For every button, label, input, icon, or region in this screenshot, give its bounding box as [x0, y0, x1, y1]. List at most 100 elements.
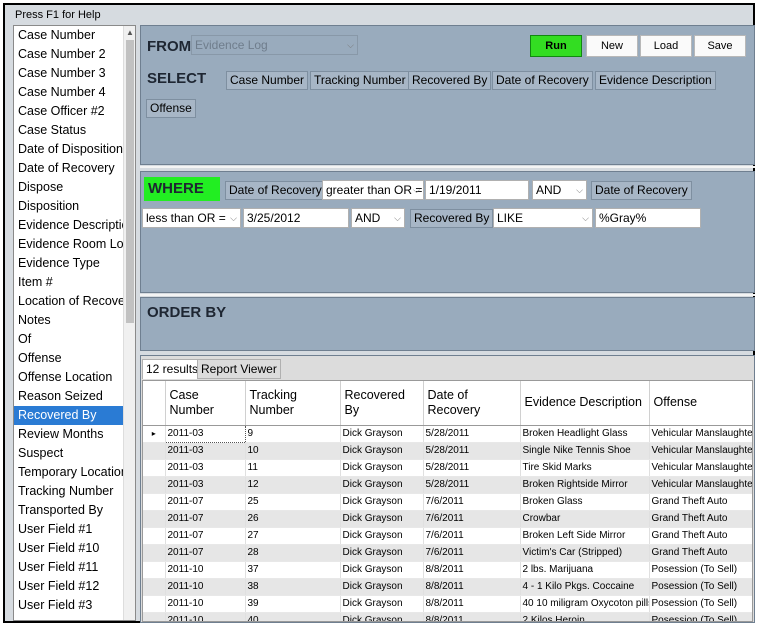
field-list-item[interactable]: Of [14, 330, 124, 349]
field-list-item[interactable]: Date of Disposition [14, 140, 124, 159]
table-cell[interactable]: 2011-07 [165, 493, 246, 511]
row-header-cell[interactable] [143, 578, 166, 596]
table-cell[interactable]: Dick Grayson [340, 612, 424, 621]
field-list-scrollbar[interactable]: ▲ [123, 26, 135, 620]
table-cell[interactable]: Vehicular Manslaughter [649, 476, 752, 494]
field-list-item[interactable]: Temporary Location [14, 463, 124, 482]
where-c1-operator[interactable]: greater than OR = ⌵ [322, 180, 424, 200]
table-cell[interactable]: 2011-10 [165, 595, 246, 613]
field-list-item[interactable]: User Field #3 [14, 596, 124, 615]
select-field-evidence-description[interactable]: Evidence Description [595, 71, 716, 90]
table-cell[interactable]: Tire Skid Marks [520, 459, 650, 477]
row-pointer-icon[interactable]: ▸ [143, 425, 166, 443]
table-cell[interactable]: Posession (To Sell) [649, 578, 752, 596]
select-field-tracking-number[interactable]: Tracking Number [310, 71, 410, 90]
table-cell[interactable]: Vehicular Manslaughter [649, 459, 752, 477]
field-list-item[interactable]: Case Number [14, 26, 124, 45]
select-field-case-number[interactable]: Case Number [226, 71, 309, 90]
table-cell[interactable]: 10 [245, 442, 341, 460]
table-cell[interactable]: 39 [245, 595, 341, 613]
table-row[interactable]: 2011-07 27 Dick Grayson 7/6/2011 Broken Left… [143, 527, 752, 545]
table-cell[interactable]: Dick Grayson [340, 544, 424, 562]
where-c2-operator[interactable]: less than OR = ⌵ [142, 208, 241, 228]
where-c3-field[interactable]: Recovered By [410, 209, 494, 228]
field-list-item[interactable]: User Field #10 [14, 539, 124, 558]
field-list-item[interactable]: Case Number 3 [14, 64, 124, 83]
table-cell[interactable]: Posession (To Sell) [649, 561, 752, 579]
table-cell[interactable]: 2011-03 [165, 459, 246, 477]
table-cell[interactable]: Dick Grayson [340, 425, 424, 443]
table-row[interactable]: 2011-03 11 Dick Grayson 5/28/2011 Tire Skid … [143, 459, 752, 477]
table-row[interactable]: 2011-10 37 Dick Grayson 8/8/2011 2 lbs. Mari… [143, 561, 752, 579]
table-cell[interactable]: Dick Grayson [340, 561, 424, 579]
table-cell[interactable]: 7/6/2011 [423, 510, 521, 528]
table-cell[interactable]: 2011-03 [165, 476, 246, 494]
table-cell[interactable]: Dick Grayson [340, 493, 424, 511]
table-cell[interactable]: Grand Theft Auto [649, 544, 752, 562]
row-header-cell[interactable] [143, 544, 166, 562]
table-cell[interactable]: 37 [245, 561, 341, 579]
column-header[interactable]: Recovered By [340, 381, 424, 426]
table-cell[interactable]: 27 [245, 527, 341, 545]
field-list-item[interactable]: Offense [14, 349, 124, 368]
field-list-item[interactable]: Disposition [14, 197, 124, 216]
field-list-item[interactable]: Reason Seized [14, 387, 124, 406]
table-cell[interactable]: Dick Grayson [340, 527, 424, 545]
table-cell[interactable]: 2011-07 [165, 510, 246, 528]
table-cell[interactable]: 8/8/2011 [423, 595, 521, 613]
table-cell[interactable]: Single Nike Tennis Shoe [520, 442, 650, 460]
table-cell[interactable]: 12 [245, 476, 341, 494]
row-header-cell[interactable] [143, 476, 166, 494]
field-list[interactable]: Case Number Case Number 2 Case Number 3 Cas… [13, 25, 136, 621]
table-cell[interactable]: Dick Grayson [340, 459, 424, 477]
where-c2-field[interactable]: Date of Recovery [591, 181, 692, 200]
field-list-item[interactable]: Case Number 2 [14, 45, 124, 64]
row-header-cell[interactable] [143, 510, 166, 528]
field-list-item[interactable]: Evidence Type [14, 254, 124, 273]
run-button[interactable]: Run [530, 35, 582, 57]
field-list-item[interactable]: User Field #1 [14, 520, 124, 539]
field-list-item[interactable]: Case Number 4 [14, 83, 124, 102]
load-button[interactable]: Load [640, 35, 692, 57]
field-list-item[interactable]: Date of Recovery [14, 159, 124, 178]
new-button[interactable]: New [586, 35, 638, 57]
table-cell[interactable]: Grand Theft Auto [649, 510, 752, 528]
field-list-item[interactable]: Offense Location [14, 368, 124, 387]
table-cell[interactable]: 7/6/2011 [423, 544, 521, 562]
row-header-cell[interactable] [143, 442, 166, 460]
table-cell[interactable]: 2011-07 [165, 544, 246, 562]
table-cell[interactable]: 2011-03 [165, 442, 246, 460]
table-cell[interactable]: 2011-03 [164, 424, 246, 443]
table-cell[interactable]: 2 lbs. Marijuana [520, 561, 650, 579]
table-cell[interactable]: 38 [245, 578, 341, 596]
table-cell[interactable]: 8/8/2011 [423, 612, 521, 621]
table-cell[interactable]: Dick Grayson [340, 595, 424, 613]
table-cell[interactable]: 8/8/2011 [423, 578, 521, 596]
table-cell[interactable]: Posession (To Sell) [649, 612, 752, 621]
table-cell[interactable]: 7/6/2011 [423, 493, 521, 511]
tab-results[interactable]: 12 results [142, 359, 203, 379]
table-cell[interactable]: Vehicular Manslaughter [649, 425, 752, 443]
field-list-item[interactable]: Tracking Number [14, 482, 124, 501]
column-header[interactable]: Date of Recovery [423, 381, 521, 426]
row-header-cell[interactable] [143, 459, 166, 477]
row-header-cell[interactable] [143, 595, 166, 613]
table-cell[interactable]: 11 [245, 459, 341, 477]
scroll-up-arrow-icon[interactable]: ▲ [126, 28, 134, 37]
table-cell[interactable]: 7/6/2011 [423, 527, 521, 545]
field-list-item[interactable]: Transported By [14, 501, 124, 520]
table-row[interactable]: ▸ 2011-03 9 Dick Grayson 5/28/2011 Broken Hea… [143, 424, 752, 443]
where-c1-value-input[interactable]: 1/19/2011 [425, 180, 529, 200]
table-row[interactable]: 2011-03 12 Dick Grayson 5/28/2011 Broken Rig… [143, 476, 752, 494]
column-header[interactable]: Evidence Description [520, 381, 650, 426]
field-list-item[interactable]: User Field #11 [14, 558, 124, 577]
select-field-offense[interactable]: Offense [146, 99, 196, 118]
select-field-date-of-recovery[interactable]: Date of Recovery [492, 71, 593, 90]
table-cell[interactable]: Broken Rightside Mirror [520, 476, 650, 494]
row-header-cell[interactable] [143, 612, 166, 621]
table-cell[interactable]: Broken Headlight Glass [520, 425, 650, 443]
save-button[interactable]: Save [694, 35, 746, 57]
row-header-cell[interactable] [143, 527, 166, 545]
where-c2-value-input[interactable]: 3/25/2012 [243, 208, 349, 228]
table-row[interactable]: 2011-07 28 Dick Grayson 7/6/2011 Victim's Ca… [143, 544, 752, 562]
